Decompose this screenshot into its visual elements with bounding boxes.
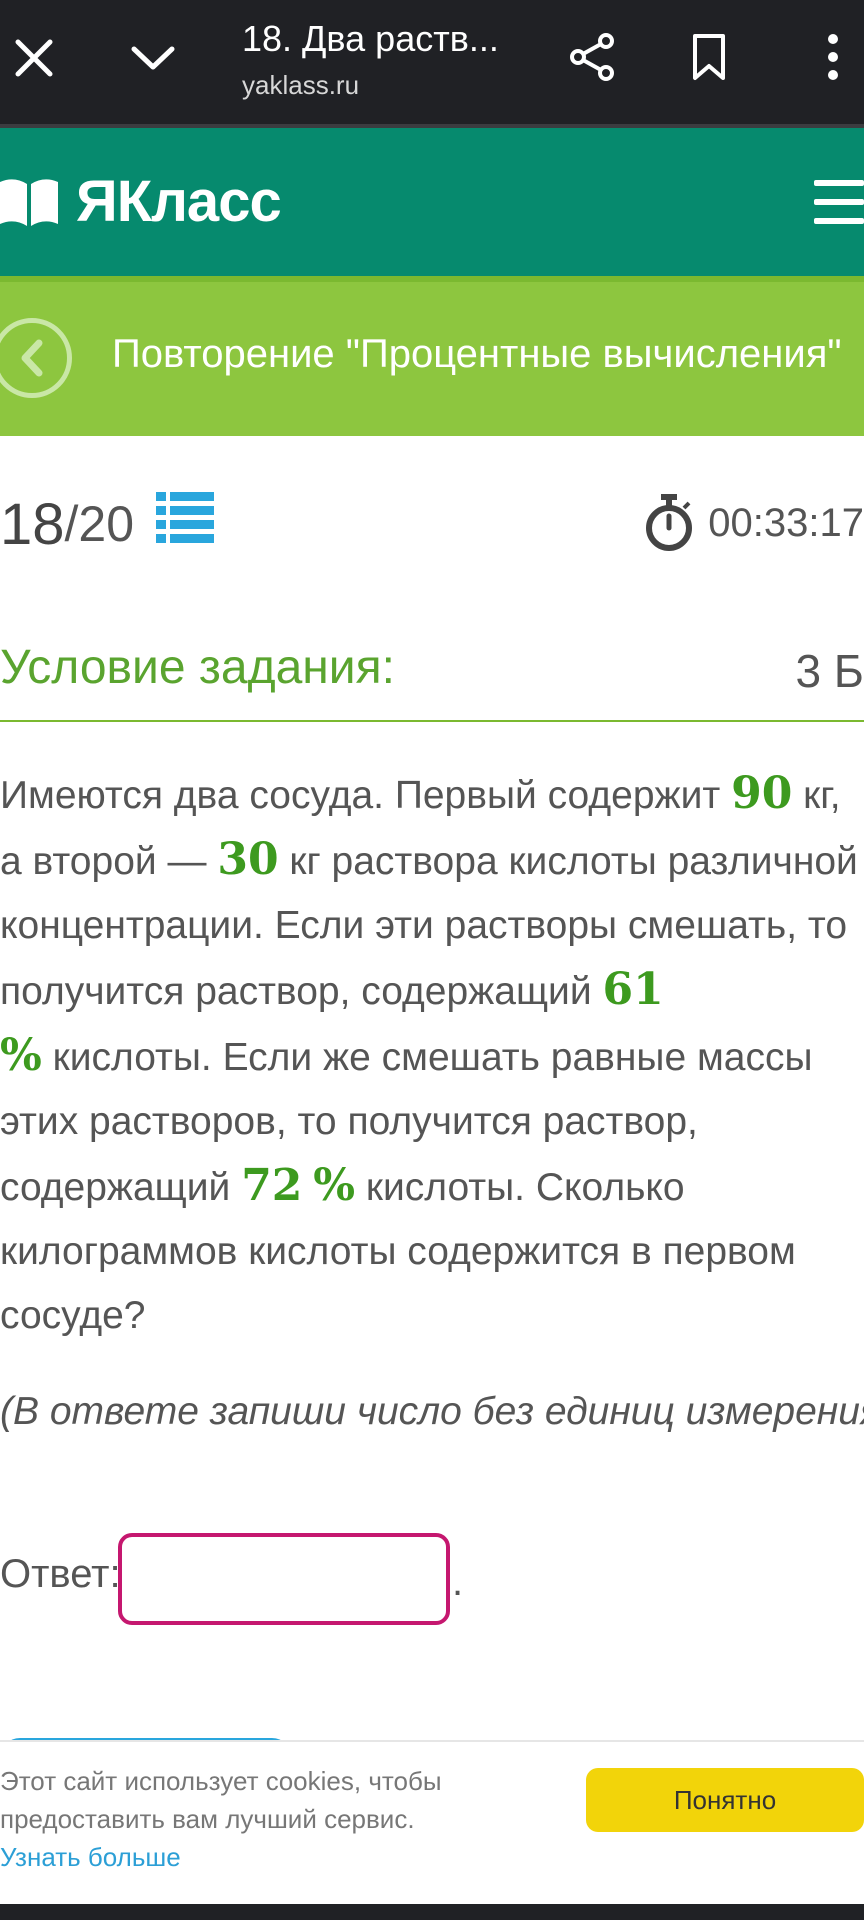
stopwatch-icon — [646, 494, 693, 551]
hamburger-icon — [814, 180, 864, 186]
number-percent-mix: 61 — [602, 964, 664, 1015]
book-icon — [0, 178, 58, 226]
bookmark-button[interactable] — [686, 30, 732, 84]
timer-value: 00:33:17 — [708, 500, 864, 545]
cookie-accept-button[interactable]: Понятно — [586, 1768, 864, 1832]
page-url[interactable]: yaklass.ru — [242, 70, 359, 101]
number-mass-second: 30 — [217, 834, 279, 885]
answer-label: Ответ: — [0, 1552, 121, 1596]
cookie-learn-more-link[interactable]: Узнать больше — [0, 1842, 181, 1872]
site-header: ЯКласс — [0, 128, 864, 276]
answer-hint: (В ответе запиши число без единиц измере… — [0, 1390, 864, 1433]
system-nav-bar — [0, 1904, 864, 1920]
back-icon — [21, 339, 43, 377]
answer-period: . — [452, 1560, 464, 1604]
topic-bar: Повторение "Процентные вычисления" — [0, 276, 864, 436]
site-logo[interactable]: ЯКласс — [0, 168, 282, 235]
chevron-down-icon — [131, 46, 175, 70]
list-icon — [156, 492, 215, 543]
percent-sign: % — [0, 1030, 42, 1081]
current-task-number: 18 — [0, 491, 65, 557]
number-percent-equal: 72 — [241, 1160, 303, 1211]
answer-input[interactable] — [118, 1533, 450, 1625]
cookie-text: Этот сайт использует cookies, чтобы пред… — [0, 1766, 442, 1834]
number-mass-first: 90 — [731, 768, 793, 819]
more-menu-button[interactable] — [818, 30, 848, 84]
more-vert-icon — [828, 34, 838, 80]
page-tab-title: 18. Два раств... — [242, 18, 499, 59]
bookmark-icon — [693, 34, 725, 80]
task-list-button[interactable] — [156, 490, 215, 558]
minimize-button[interactable] — [128, 36, 178, 80]
total-tasks: /20 — [64, 496, 135, 552]
hamburger-line — [814, 199, 864, 205]
close-tab-button[interactable] — [10, 34, 58, 82]
browser-toolbar: 18. Два раств... yaklass.ru — [0, 0, 864, 128]
problem-text: Имеются два сосуда. Первый содержит 90 к… — [0, 762, 864, 1348]
condition-heading: Условие задания: — [0, 641, 395, 694]
percent-sign: % — [313, 1160, 356, 1211]
share-icon — [570, 33, 614, 81]
hamburger-line — [814, 218, 864, 224]
problem-text-part: Имеются два сосуда. Первый содержит — [0, 774, 732, 817]
menu-button[interactable] — [814, 180, 864, 224]
brand-name: ЯКласс — [76, 169, 282, 234]
cookie-message: Этот сайт использует cookies, чтобы пред… — [0, 1762, 480, 1876]
cookie-banner: Этот сайт использует cookies, чтобы пред… — [0, 1740, 864, 1904]
task-timer: 00:33:17 — [644, 494, 864, 552]
condition-divider — [0, 720, 864, 722]
task-progress: 18 /20 — [0, 490, 215, 558]
task-points: 3 Б — [795, 645, 864, 697]
close-icon — [15, 39, 53, 77]
share-button[interactable] — [566, 30, 620, 84]
topic-title: Повторение "Процентные вычисления" — [112, 332, 842, 376]
back-button[interactable] — [0, 318, 72, 398]
